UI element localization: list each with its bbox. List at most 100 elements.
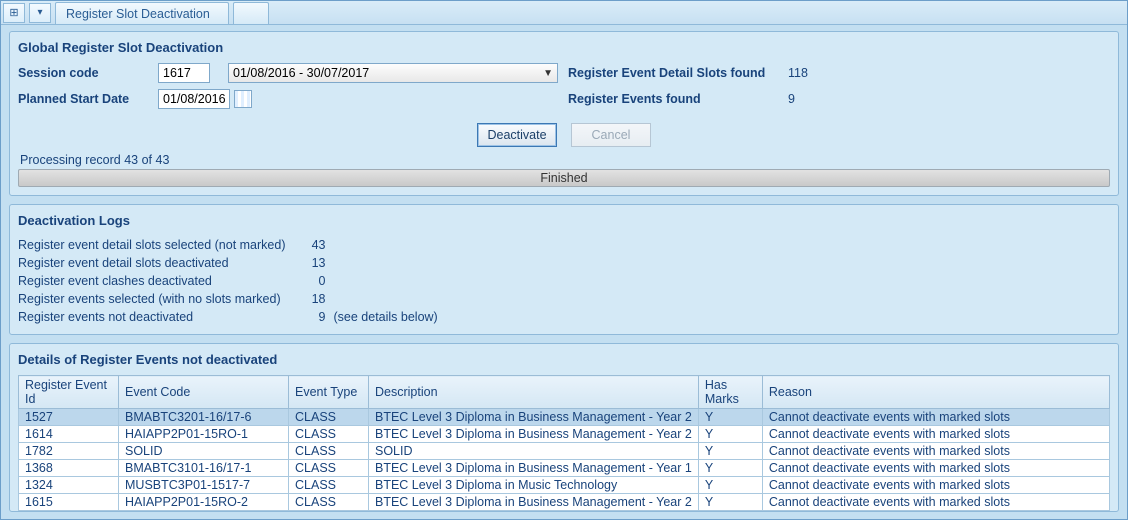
table-row[interactable]: 1527BMABTC3201-16/17-6CLASSBTEC Level 3 … <box>19 409 1110 426</box>
cell-code: BMABTC3101-16/17-1 <box>119 460 289 477</box>
cell-marks: Y <box>698 477 762 494</box>
cell-id: 1615 <box>19 494 119 511</box>
cell-id: 1368 <box>19 460 119 477</box>
cell-marks: Y <box>698 443 762 460</box>
session-code-input[interactable] <box>158 63 210 83</box>
tabstrip: Register Slot Deactivation <box>1 1 1127 25</box>
label-planned-start: Planned Start Date <box>18 92 158 106</box>
cell-id: 1527 <box>19 409 119 426</box>
label-session-code: Session code <box>18 66 158 80</box>
log-value: 0 <box>294 272 334 290</box>
cell-code: HAIAPP2P01-15RO-1 <box>119 426 289 443</box>
cell-code: HAIAPP2P01-15RO-2 <box>119 494 289 511</box>
log-value: 13 <box>294 254 334 272</box>
cell-reason: Cannot deactivate events with marked slo… <box>762 494 1109 511</box>
cell-marks: Y <box>698 426 762 443</box>
tab-label: Register Slot Deactivation <box>66 7 210 21</box>
log-note <box>334 254 446 272</box>
log-note <box>334 272 446 290</box>
grid-header-row: Register Event Id Event Code Event Type … <box>19 376 1110 409</box>
log-row: Register event detail slots selected (no… <box>18 236 446 254</box>
button-row: Deactivate Cancel <box>18 123 1110 147</box>
cell-reason: Cannot deactivate events with marked slo… <box>762 426 1109 443</box>
log-value: 9 <box>294 308 334 326</box>
cell-reason: Cannot deactivate events with marked slo… <box>762 443 1109 460</box>
cell-type: CLASS <box>289 477 369 494</box>
cell-type: CLASS <box>289 443 369 460</box>
table-row[interactable]: 1782SOLIDCLASSSOLIDYCannot deactivate ev… <box>19 443 1110 460</box>
form-grid: Session code 01/08/2016 - 30/07/2017 ▼ R… <box>18 63 1110 109</box>
cell-desc: BTEC Level 3 Diploma in Business Managem… <box>369 460 699 477</box>
col-header-marks[interactable]: Has Marks <box>698 376 762 409</box>
table-row[interactable]: 1368BMABTC3101-16/17-1CLASSBTEC Level 3 … <box>19 460 1110 477</box>
table-row[interactable]: 1324MUSBTC3P01-1517-7CLASSBTEC Level 3 D… <box>19 477 1110 494</box>
logs-table: Register event detail slots selected (no… <box>18 236 446 326</box>
cell-type: CLASS <box>289 426 369 443</box>
panel-deactivation-form: Global Register Slot Deactivation Sessio… <box>9 31 1119 196</box>
log-row: Register event clashes deactivated0 <box>18 272 446 290</box>
cell-desc: BTEC Level 3 Diploma in Business Managem… <box>369 409 699 426</box>
cell-marks: Y <box>698 494 762 511</box>
cell-desc: BTEC Level 3 Diploma in Music Technology <box>369 477 699 494</box>
label-events-found: Register Events found <box>568 92 788 106</box>
session-range-value: 01/08/2016 - 30/07/2017 <box>233 66 369 80</box>
tab-empty[interactable] <box>233 2 269 24</box>
cell-type: CLASS <box>289 409 369 426</box>
value-events-found: 9 <box>788 92 848 106</box>
log-row: Register events not deactivated9(see det… <box>18 308 446 326</box>
panel-title: Details of Register Events not deactivat… <box>18 352 1110 367</box>
log-label: Register event clashes deactivated <box>18 272 294 290</box>
cell-marks: Y <box>698 409 762 426</box>
window-list-dropdown[interactable] <box>29 3 51 23</box>
progress-text: Finished <box>540 171 587 185</box>
col-header-id[interactable]: Register Event Id <box>19 376 119 409</box>
log-label: Register events selected (with no slots … <box>18 290 294 308</box>
calendar-icon[interactable] <box>234 90 252 108</box>
cell-reason: Cannot deactivate events with marked slo… <box>762 409 1109 426</box>
cell-desc: BTEC Level 3 Diploma in Business Managem… <box>369 426 699 443</box>
processing-status: Processing record 43 of 43 <box>20 153 1110 167</box>
table-row[interactable]: 1614HAIAPP2P01-15RO-1CLASSBTEC Level 3 D… <box>19 426 1110 443</box>
cancel-button: Cancel <box>571 123 651 147</box>
cell-code: SOLID <box>119 443 289 460</box>
col-header-code[interactable]: Event Code <box>119 376 289 409</box>
cell-type: CLASS <box>289 460 369 477</box>
app-window: Register Slot Deactivation Global Regist… <box>0 0 1128 520</box>
col-header-type[interactable]: Event Type <box>289 376 369 409</box>
cell-desc: SOLID <box>369 443 699 460</box>
cell-code: MUSBTC3P01-1517-7 <box>119 477 289 494</box>
col-header-reason[interactable]: Reason <box>762 376 1109 409</box>
window-list-button[interactable] <box>3 3 25 23</box>
cell-type: CLASS <box>289 494 369 511</box>
log-note <box>334 236 446 254</box>
details-grid[interactable]: Register Event Id Event Code Event Type … <box>18 375 1110 511</box>
cell-desc: BTEC Level 3 Diploma in Business Managem… <box>369 494 699 511</box>
log-label: Register event detail slots selected (no… <box>18 236 294 254</box>
cell-reason: Cannot deactivate events with marked slo… <box>762 460 1109 477</box>
cell-marks: Y <box>698 460 762 477</box>
tab-register-slot-deactivation[interactable]: Register Slot Deactivation <box>55 2 229 24</box>
planned-start-input[interactable] <box>158 89 230 109</box>
cell-code: BMABTC3201-16/17-6 <box>119 409 289 426</box>
log-note <box>334 290 446 308</box>
log-note: (see details below) <box>334 308 446 326</box>
log-label: Register events not deactivated <box>18 308 294 326</box>
log-label: Register event detail slots deactivated <box>18 254 294 272</box>
panel-title: Deactivation Logs <box>18 213 1110 228</box>
session-range-combo[interactable]: 01/08/2016 - 30/07/2017 ▼ <box>228 63 558 83</box>
table-row[interactable]: 1615HAIAPP2P01-15RO-2CLASSBTEC Level 3 D… <box>19 494 1110 511</box>
value-slots-found: 118 <box>788 66 848 80</box>
panel-deactivation-logs: Deactivation Logs Register event detail … <box>9 204 1119 335</box>
chevron-down-icon: ▼ <box>543 68 553 79</box>
log-row: Register event detail slots deactivated1… <box>18 254 446 272</box>
cell-id: 1324 <box>19 477 119 494</box>
deactivate-button[interactable]: Deactivate <box>477 123 557 147</box>
log-row: Register events selected (with no slots … <box>18 290 446 308</box>
cell-id: 1782 <box>19 443 119 460</box>
progress-bar: Finished <box>18 169 1110 187</box>
panel-details: Details of Register Events not deactivat… <box>9 343 1119 512</box>
content-area: Global Register Slot Deactivation Sessio… <box>1 25 1127 520</box>
panel-title: Global Register Slot Deactivation <box>18 40 1110 55</box>
log-value: 18 <box>294 290 334 308</box>
col-header-desc[interactable]: Description <box>369 376 699 409</box>
